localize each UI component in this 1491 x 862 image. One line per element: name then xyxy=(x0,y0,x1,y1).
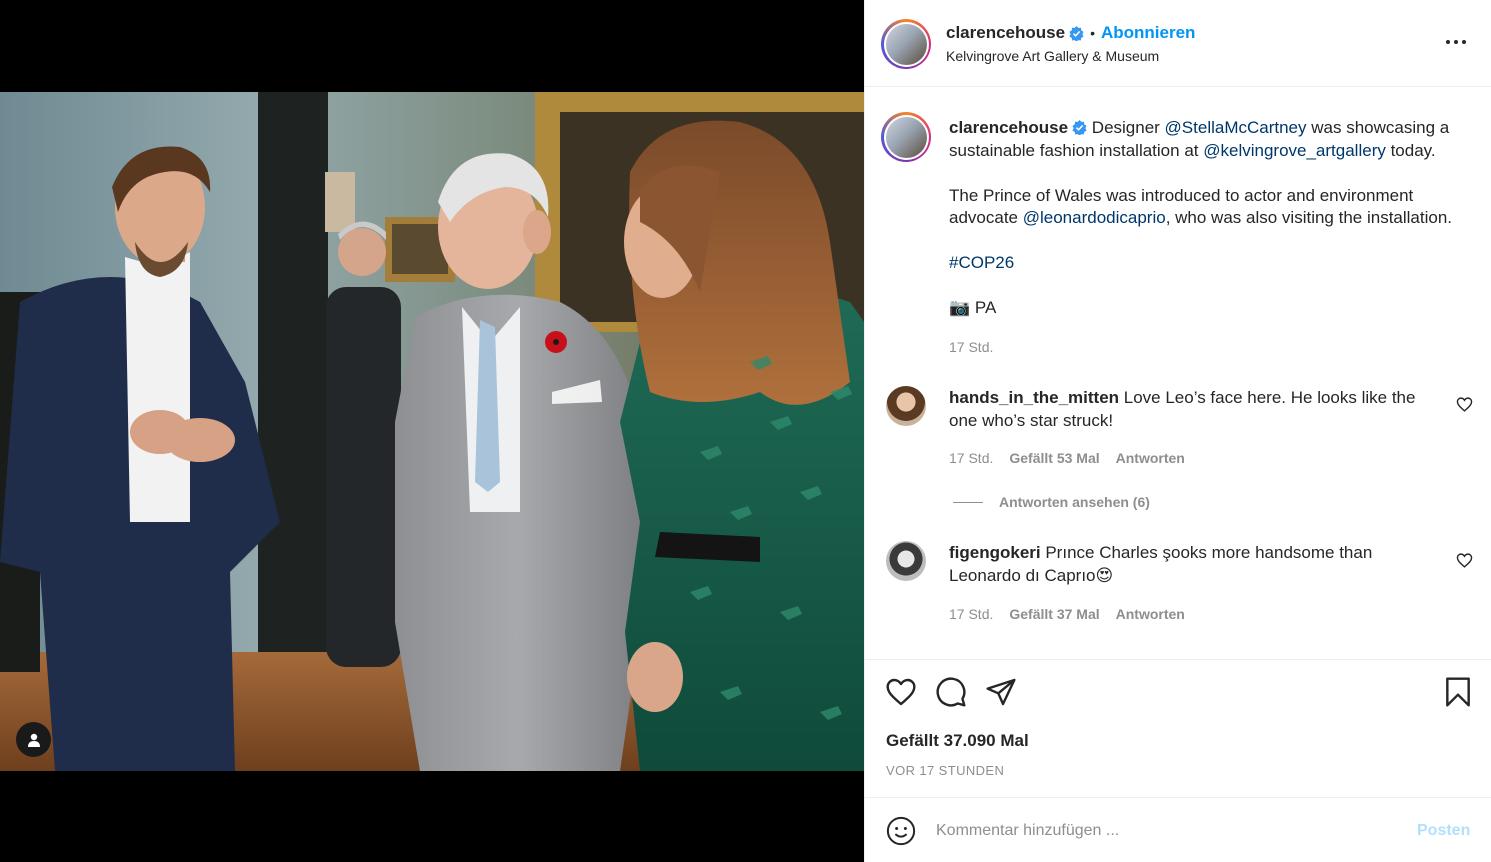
separator-dot: • xyxy=(1090,25,1095,41)
caption-username[interactable]: clarencehouse xyxy=(949,118,1068,137)
replies-divider xyxy=(953,501,983,503)
commenter-avatar[interactable] xyxy=(886,541,926,581)
hashtag-cop26[interactable]: #COP26 xyxy=(949,253,1014,272)
verified-icon xyxy=(1069,25,1084,41)
comment-time[interactable]: 17 Std. xyxy=(949,450,993,466)
like-heart-icon[interactable] xyxy=(885,676,917,708)
comment-time[interactable]: 17 Std. xyxy=(949,606,993,622)
camera-emoji: 📷 xyxy=(949,298,971,317)
follow-button[interactable]: Abonnieren xyxy=(1101,23,1195,43)
mention-stellamccartney[interactable]: @StellaMcCartney xyxy=(1165,118,1307,137)
caption-segment: today. xyxy=(1385,140,1436,160)
photo-credit: PA xyxy=(970,298,997,317)
comment-username[interactable]: figengokeri xyxy=(949,543,1041,562)
comment-likes[interactable]: Gefällt 37 Mal xyxy=(1009,606,1099,622)
heart-eyes-emoji: 😍 xyxy=(1095,565,1114,585)
heart-icon[interactable] xyxy=(1456,552,1473,569)
comment-meta: 17 Std. Gefällt 37 Mal Antworten xyxy=(949,606,1185,622)
user-tag-button[interactable] xyxy=(16,722,51,757)
commenter-avatar[interactable] xyxy=(886,386,926,426)
post-panel: clarencehouse • Abonnieren Kelvingrove A… xyxy=(864,0,1491,862)
post-comment-button[interactable]: Posten xyxy=(1417,822,1470,840)
username-link[interactable]: clarencehouse xyxy=(946,23,1065,43)
mention-kelvingrove[interactable]: @kelvingrove_artgallery xyxy=(1203,141,1386,160)
view-replies-label: Antworten ansehen (6) xyxy=(999,494,1150,510)
post-media xyxy=(0,0,864,862)
caption-text: clarencehouse Designer @StellaMcCartney … xyxy=(949,117,1479,342)
comment-meta: 17 Std. Gefällt 53 Mal Antworten xyxy=(949,450,1185,466)
reply-button[interactable]: Antworten xyxy=(1116,606,1185,622)
view-replies-button[interactable]: Antworten ansehen (6) xyxy=(953,494,1150,510)
comment-likes[interactable]: Gefällt 53 Mal xyxy=(1009,450,1099,466)
share-icon[interactable] xyxy=(985,676,1017,708)
post-actions: Gefällt 37.090 Mal VOR 17 STUNDEN xyxy=(865,659,1491,798)
likes-count[interactable]: Gefällt 37.090 Mal xyxy=(886,731,1029,751)
profile-avatar[interactable] xyxy=(881,19,931,69)
heart-icon[interactable] xyxy=(1456,396,1473,413)
location-link[interactable]: Kelvingrove Art Gallery & Museum xyxy=(946,48,1159,64)
caption-time[interactable]: 17 Std. xyxy=(949,339,993,355)
post-header: clarencehouse • Abonnieren Kelvingrove A… xyxy=(865,0,1491,87)
reply-button[interactable]: Antworten xyxy=(1116,450,1185,466)
avatar-image xyxy=(885,116,927,158)
comment-icon[interactable] xyxy=(935,676,967,708)
add-comment-bar: Posten xyxy=(865,798,1491,862)
comment-input[interactable] xyxy=(936,818,1396,844)
avatar-image xyxy=(885,23,927,65)
caption-segment: , who was also visiting the installation… xyxy=(1165,208,1453,227)
comment-username[interactable]: hands_in_the_mitten xyxy=(949,388,1119,407)
comment-text: figengokeri Prınce Charles şooks more ha… xyxy=(949,542,1429,587)
caption-avatar[interactable] xyxy=(881,112,931,162)
emoji-icon[interactable] xyxy=(886,816,916,846)
bookmark-icon[interactable] xyxy=(1442,676,1474,708)
post-date[interactable]: VOR 17 STUNDEN xyxy=(886,763,1004,778)
mention-leonardodicaprio[interactable]: @leonardodicaprio xyxy=(1023,208,1166,227)
comments-scroll-area[interactable]: clarencehouse Designer @StellaMcCartney … xyxy=(865,88,1491,659)
more-options-icon[interactable] xyxy=(1444,30,1468,54)
post-photo[interactable] xyxy=(0,92,864,771)
verified-icon xyxy=(1072,120,1087,135)
user-tag-icon xyxy=(27,733,40,747)
caption-segment: Designer xyxy=(1087,118,1165,137)
comment-text: hands_in_the_mitten Love Leo’s face here… xyxy=(949,387,1429,432)
